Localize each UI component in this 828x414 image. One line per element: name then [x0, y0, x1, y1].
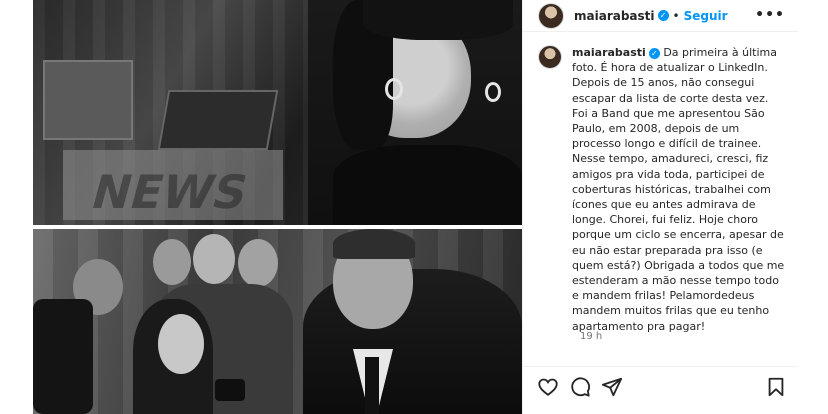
- verified-badge-icon: ✓: [657, 10, 669, 21]
- photo-top: NEWS: [33, 0, 522, 225]
- caption-avatar[interactable]: [538, 45, 562, 69]
- post-media[interactable]: NEWS: [33, 0, 522, 414]
- caption-block: maiarabasti ✓ Da primeira à última foto. …: [538, 45, 788, 334]
- author-username[interactable]: maiarabasti: [574, 9, 655, 23]
- more-options-icon[interactable]: •••: [755, 7, 785, 23]
- bookmark-icon[interactable]: [765, 376, 787, 398]
- caption-username[interactable]: maiarabasti: [572, 46, 646, 59]
- post-details-panel: maiarabasti ✓ • Seguir ••• maiarabasti ✓ …: [522, 0, 799, 414]
- comment-icon[interactable]: [569, 376, 591, 398]
- caption: maiarabasti ✓ Da primeira à última foto. …: [572, 45, 787, 334]
- follow-button[interactable]: Seguir: [684, 9, 728, 23]
- post-timestamp[interactable]: 19 h: [580, 331, 602, 342]
- post-header: maiarabasti ✓ • Seguir •••: [523, 0, 799, 32]
- share-icon[interactable]: [601, 376, 623, 398]
- caption-text: Da primeira à última foto. É hora de atu…: [572, 46, 785, 333]
- caption-verified-badge-icon: ✓: [648, 48, 660, 59]
- author-avatar[interactable]: [538, 2, 564, 29]
- separator-dot: •: [672, 8, 680, 23]
- photo-bottom: [33, 229, 522, 414]
- backdrop-strip: [798, 0, 828, 414]
- heart-icon[interactable]: [537, 376, 559, 398]
- action-bar: [523, 366, 799, 406]
